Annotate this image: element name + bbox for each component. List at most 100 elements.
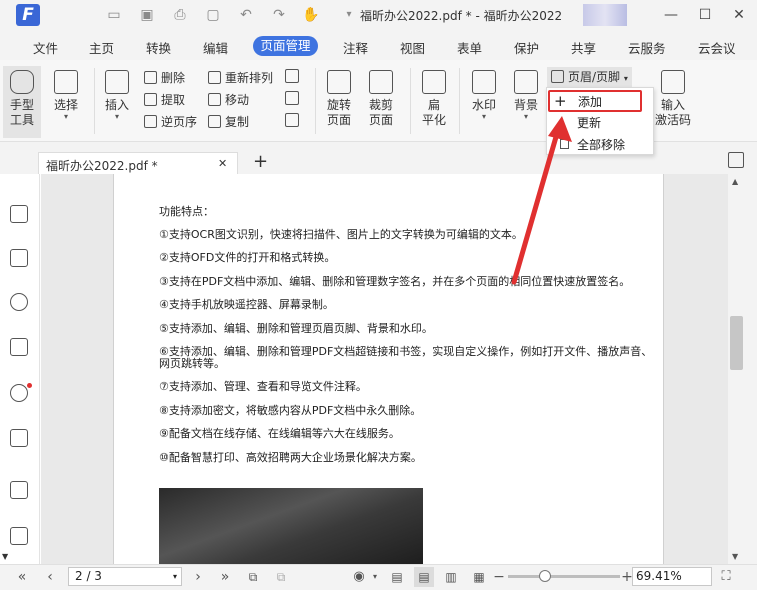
rotate-page-button[interactable]: 旋转 页面 — [322, 70, 356, 128]
menu-cloud-service[interactable]: 云服务 — [628, 38, 666, 57]
prev-view-icon[interactable]: ⧉ — [244, 567, 262, 587]
reorder-button[interactable]: 重新排列 — [208, 69, 273, 87]
flatten-button[interactable]: 扁 平化 — [417, 70, 451, 128]
next-page-icon[interactable]: › — [190, 567, 206, 587]
tab-close-icon[interactable]: ✕ — [218, 157, 227, 170]
document-icon[interactable] — [10, 481, 28, 499]
chevron-down-icon[interactable]: ▾ — [370, 567, 380, 587]
crop-page-button[interactable]: 裁剪 页面 — [364, 70, 398, 128]
maximize-button[interactable]: ☐ — [694, 4, 716, 26]
pages-icon[interactable] — [10, 249, 28, 267]
open-folder-icon[interactable]: ▭ — [105, 6, 123, 24]
bookmark-icon[interactable] — [10, 205, 28, 223]
select-button[interactable]: 选择 ▾ — [50, 70, 82, 121]
minimize-button[interactable]: — — [660, 4, 682, 26]
comment-icon[interactable] — [10, 293, 28, 311]
reorder-icon — [208, 71, 221, 84]
zoom-value: 69.41% — [636, 569, 682, 583]
zoom-input[interactable]: 69.41% — [632, 567, 712, 586]
page-thumbnail-icon[interactable] — [285, 113, 299, 127]
new-file-icon[interactable]: ▢ — [204, 6, 222, 24]
watermark-button[interactable]: 水印 ▾ — [467, 70, 501, 121]
hand-quick-icon[interactable]: ✋ — [302, 6, 320, 24]
chevron-down-icon: ▾ — [114, 112, 119, 121]
zoom-slider[interactable] — [508, 575, 620, 578]
single-page-icon[interactable]: ▤ — [388, 567, 406, 587]
extract-label: 提取 — [161, 93, 186, 107]
copy-button[interactable]: 复制 — [208, 113, 249, 131]
zoom-out-icon[interactable]: − — [492, 567, 506, 587]
ribbon-divider — [94, 68, 95, 134]
attachment-icon[interactable] — [10, 384, 28, 402]
zoom-slider-handle[interactable] — [539, 570, 551, 582]
scroll-down-icon[interactable]: ▼ — [732, 552, 738, 561]
undo-icon[interactable]: ↶ — [237, 6, 255, 24]
split-icon[interactable] — [285, 69, 299, 83]
continuous-page-icon[interactable]: ▤ — [414, 567, 434, 587]
move-label: 移动 — [225, 93, 250, 107]
chevron-down-icon: ▾ — [63, 112, 68, 121]
extract-button[interactable]: 提取 — [144, 91, 185, 109]
eye-icon[interactable]: ◉ — [350, 567, 368, 587]
doc-line: ⑤支持添加、编辑、删除和管理页眉页脚、背景和水印。 — [159, 322, 433, 335]
menu-view[interactable]: 视图 — [400, 38, 425, 57]
lock-icon[interactable] — [10, 429, 28, 447]
doc-line: ⑩配备智慧打印、高效招聘两大企业场景化解决方案。 — [159, 451, 422, 464]
rotate-icon — [327, 70, 351, 94]
hand-tool-button[interactable]: 手型 工具 — [3, 66, 41, 138]
previous-page-icon[interactable]: ‹ — [42, 567, 58, 587]
annotation-arrow — [511, 116, 572, 285]
copy-label: 复制 — [225, 115, 250, 129]
menu-form[interactable]: 表单 — [457, 38, 482, 57]
redo-icon[interactable]: ↷ — [270, 6, 288, 24]
window-title: 福昕办公2022.pdf * - 福昕办公2022 — [360, 9, 563, 23]
new-tab-button[interactable]: + — [253, 151, 268, 172]
chevron-down-icon: ▾ — [172, 572, 177, 581]
menu-page-management[interactable]: 页面管理 — [253, 36, 318, 56]
menu-file[interactable]: 文件 — [33, 38, 58, 57]
sidebar-more-icon[interactable]: ▼ — [2, 552, 8, 561]
reverse-order-button[interactable]: 逆页序 — [144, 113, 197, 131]
insert-button[interactable]: 插入 ▾ — [101, 70, 133, 121]
scrollbar-thumb[interactable] — [730, 316, 743, 370]
dropdown-item-update[interactable]: 更新 — [577, 113, 601, 133]
panel-toggle-icon[interactable] — [728, 152, 744, 168]
input-activation-code-button[interactable]: 输入 激活码 — [654, 70, 692, 128]
page-layout-icon[interactable] — [285, 91, 299, 105]
last-page-icon[interactable]: » — [216, 567, 234, 587]
two-page-continuous-icon[interactable]: ▦ — [470, 567, 488, 587]
delete-button[interactable]: 删除 — [144, 69, 185, 87]
menu-home[interactable]: 主页 — [89, 38, 114, 57]
header-footer-button[interactable]: 页眉/页脚 ▾ — [547, 67, 632, 87]
menu-convert[interactable]: 转换 — [146, 38, 171, 57]
doc-line: ⑥支持添加、编辑、删除和管理PDF文档超链接和书签，实现自定义操作，例如打开文件… — [159, 345, 653, 358]
scroll-up-icon[interactable]: ▲ — [732, 177, 738, 186]
page-number-input[interactable]: 2 / 3 ▾ — [68, 567, 182, 586]
two-page-icon[interactable]: ▥ — [442, 567, 460, 587]
activation-label-1: 输入 — [660, 98, 685, 112]
tab-label: 福昕办公2022.pdf * — [46, 159, 158, 173]
save-icon[interactable]: ▣ — [138, 6, 156, 24]
rotate-label-2: 页面 — [326, 113, 351, 127]
next-view-icon[interactable]: ⧉ — [272, 567, 290, 587]
app-logo: F — [16, 4, 40, 26]
fullscreen-icon[interactable]: ⛶ — [717, 567, 735, 587]
avatar[interactable] — [583, 4, 627, 26]
close-button[interactable]: ✕ — [728, 4, 750, 26]
hand-tool-label-1: 手型 — [9, 98, 34, 112]
crop-icon — [369, 70, 393, 94]
menu-comment[interactable]: 注释 — [343, 38, 368, 57]
menu-share[interactable]: 共享 — [571, 38, 596, 57]
quick-access-dropdown-icon[interactable]: ▾ — [340, 6, 358, 24]
reverse-order-icon — [144, 115, 157, 128]
menu-edit[interactable]: 编辑 — [203, 38, 228, 57]
menu-cloud-meeting[interactable]: 云会议 — [698, 38, 736, 57]
move-button[interactable]: 移动 — [208, 91, 249, 109]
layers-icon[interactable] — [10, 338, 28, 356]
signature-icon[interactable] — [10, 527, 28, 545]
header-footer-icon — [551, 70, 564, 83]
move-icon — [208, 93, 221, 106]
menu-protect[interactable]: 保护 — [514, 38, 539, 57]
first-page-icon[interactable]: « — [14, 567, 30, 587]
print-icon[interactable]: ⎙ — [171, 6, 189, 24]
